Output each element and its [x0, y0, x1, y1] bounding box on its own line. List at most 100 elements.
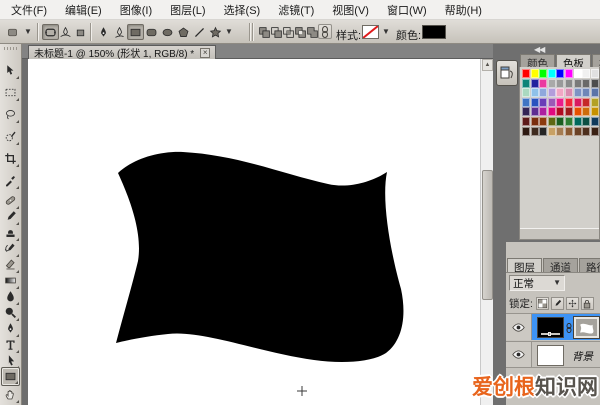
scroll-up-arrow-icon[interactable]: ▲ [482, 59, 493, 71]
rectangle-tool[interactable] [1, 367, 20, 386]
lock-all-button[interactable] [580, 297, 594, 310]
canvas-vertical-scrollbar[interactable]: ▲ [480, 59, 493, 405]
color-swatch[interactable] [556, 69, 565, 78]
panel-dock-icon[interactable] [496, 60, 518, 86]
color-swatch[interactable] [582, 69, 591, 78]
color-swatch[interactable] [547, 88, 556, 98]
fill-layer-thumbnail[interactable] [537, 316, 564, 338]
custom-shape-tool-button[interactable] [207, 24, 224, 40]
color-swatch[interactable] [564, 88, 573, 98]
color-swatch[interactable] [582, 126, 591, 136]
color-swatch[interactable] [573, 69, 582, 78]
color-swatch[interactable] [539, 97, 548, 107]
color-swatch[interactable] [573, 78, 582, 88]
color-swatch[interactable] [522, 69, 530, 78]
color-swatch[interactable] [539, 78, 548, 88]
color-swatch[interactable] [564, 69, 573, 78]
color-swatch[interactable] [573, 116, 582, 126]
color-swatch[interactable] [539, 69, 548, 78]
ellipse-tool-button[interactable] [159, 24, 176, 40]
color-swatch[interactable] [547, 126, 556, 136]
style-swatch-no-style[interactable] [362, 25, 379, 39]
color-swatch[interactable] [590, 116, 599, 126]
color-swatch[interactable] [564, 126, 573, 136]
color-swatch[interactable] [582, 116, 591, 126]
color-swatch[interactable] [564, 97, 573, 107]
background-layer-thumbnail[interactable] [537, 344, 564, 366]
color-swatch[interactable] [573, 107, 582, 117]
menu-item[interactable]: 文件(F) [2, 0, 56, 20]
color-swatch[interactable] [556, 78, 565, 88]
color-swatch[interactable] [530, 97, 539, 107]
shape-color-swatch[interactable] [422, 25, 446, 39]
color-swatch[interactable] [539, 116, 548, 126]
lock-transparency-button[interactable] [535, 297, 549, 310]
color-swatch[interactable] [522, 97, 530, 107]
color-swatch[interactable] [530, 69, 539, 78]
tool-preset-arrow-icon[interactable]: ▼ [23, 24, 33, 40]
color-swatch[interactable] [522, 126, 530, 136]
color-swatch[interactable] [590, 88, 599, 98]
custom-shape-arrow-icon[interactable]: ▼ [224, 24, 234, 40]
menu-item[interactable]: 窗口(W) [378, 0, 436, 20]
color-swatch[interactable] [590, 97, 599, 107]
visibility-toggle[interactable] [506, 314, 532, 340]
menu-item[interactable]: 帮助(H) [436, 0, 491, 20]
toolbox-grip[interactable] [3, 47, 18, 50]
line-tool-button[interactable] [191, 24, 208, 40]
color-swatch[interactable] [547, 97, 556, 107]
fill-pixels-button[interactable] [72, 24, 89, 40]
visibility-toggle[interactable] [506, 342, 532, 367]
color-swatch[interactable] [573, 88, 582, 98]
quick-selection-tool[interactable] [1, 127, 20, 146]
color-swatch[interactable] [522, 107, 530, 117]
freeform-pen-tool-button[interactable] [111, 24, 128, 40]
canvas[interactable] [28, 59, 480, 405]
vector-mask-thumbnail[interactable] [573, 315, 600, 339]
eyedropper-tool[interactable] [1, 171, 20, 190]
menu-item[interactable]: 选择(S) [215, 0, 270, 20]
menu-item[interactable]: 图像(I) [111, 0, 161, 20]
color-swatch[interactable] [564, 116, 573, 126]
color-swatch[interactable] [547, 116, 556, 126]
rectangular-marquee-tool[interactable] [1, 83, 20, 102]
color-swatch[interactable] [590, 107, 599, 117]
link-style-button[interactable] [318, 24, 332, 39]
color-swatch[interactable] [522, 88, 530, 98]
color-swatch[interactable] [547, 69, 556, 78]
color-swatch[interactable] [547, 107, 556, 117]
menu-item[interactable]: 编辑(E) [56, 0, 111, 20]
document-tab[interactable]: 未标题-1 @ 150% (形状 1, RGB/8) * × [28, 45, 217, 60]
rectangle-tool-button[interactable] [127, 24, 144, 40]
color-swatch[interactable] [573, 97, 582, 107]
crop-tool[interactable] [1, 149, 20, 168]
tool-preset-picker[interactable] [4, 24, 21, 40]
color-swatch[interactable] [539, 126, 548, 136]
color-swatch[interactable] [547, 78, 556, 88]
color-swatch[interactable] [530, 88, 539, 98]
color-swatch[interactable] [556, 107, 565, 117]
color-swatch[interactable] [590, 69, 599, 78]
layer-row-background[interactable]: 背景 [506, 341, 600, 368]
color-swatch[interactable] [556, 97, 565, 107]
style-arrow-icon[interactable]: ▼ [381, 24, 391, 40]
menu-item[interactable]: 图层(L) [161, 0, 214, 20]
color-swatch[interactable] [556, 88, 565, 98]
rounded-rectangle-tool-button[interactable] [143, 24, 160, 40]
color-swatch[interactable] [582, 97, 591, 107]
color-swatch[interactable] [564, 78, 573, 88]
color-swatch[interactable] [582, 107, 591, 117]
color-swatch[interactable] [539, 88, 548, 98]
polygon-tool-button[interactable] [175, 24, 192, 40]
color-swatch[interactable] [582, 88, 591, 98]
color-swatch[interactable] [530, 126, 539, 136]
tab-close-icon[interactable]: × [200, 47, 211, 58]
menu-item[interactable]: 视图(V) [323, 0, 378, 20]
color-swatch[interactable] [522, 116, 530, 126]
scrollbar-thumb[interactable] [482, 170, 493, 300]
color-swatch[interactable] [556, 126, 565, 136]
color-swatch[interactable] [530, 78, 539, 88]
color-swatch[interactable] [522, 78, 530, 88]
color-swatch[interactable] [590, 126, 599, 136]
lasso-tool[interactable] [1, 105, 20, 124]
